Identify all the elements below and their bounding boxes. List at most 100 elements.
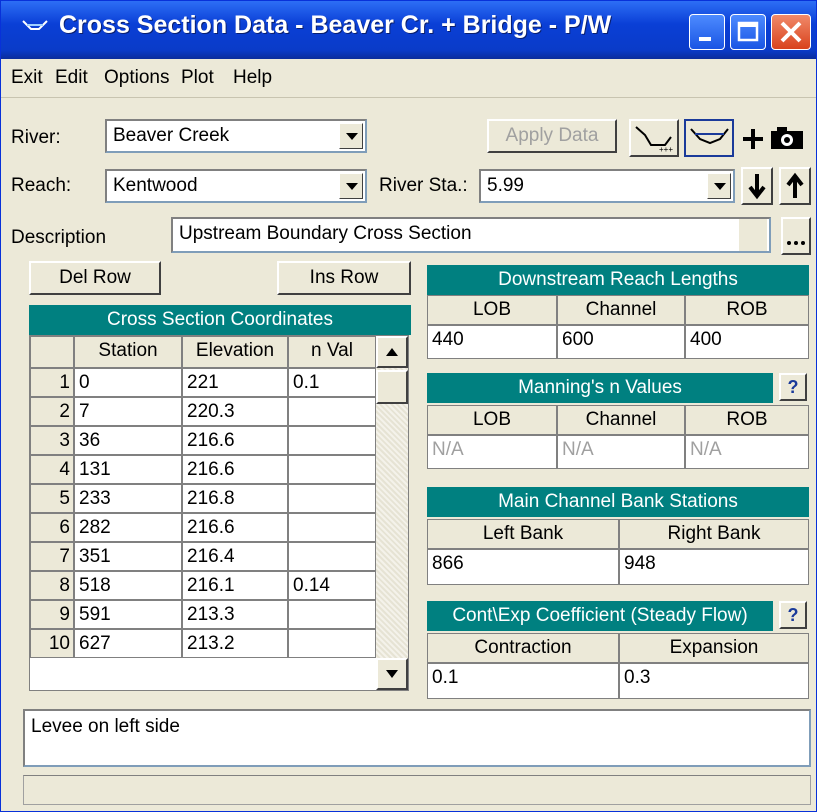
camera-icon[interactable] <box>767 123 811 153</box>
river-dropdown-arrow-icon[interactable] <box>339 123 363 149</box>
coords-grid: Station Elevation n Val 1 0 221 0.1 2 7 … <box>29 335 409 691</box>
menu-exit[interactable]: Exit <box>11 67 43 89</box>
elevation-cell[interactable]: 216.4 <box>182 542 288 571</box>
nval-cell[interactable]: 0.14 <box>288 571 376 600</box>
reach-dropdown-arrow-icon[interactable] <box>339 173 363 199</box>
ins-row-button[interactable]: Ins Row <box>277 261 411 295</box>
close-button[interactable] <box>771 14 811 50</box>
elevation-cell[interactable]: 216.6 <box>182 426 288 455</box>
river-select[interactable]: Beaver Creek <box>105 119 367 153</box>
left-bank-input[interactable]: 866 <box>427 549 619 585</box>
expansion-input[interactable]: 0.3 <box>619 663 809 699</box>
nval-cell[interactable] <box>288 484 376 513</box>
close-icon <box>780 21 802 43</box>
minimize-icon <box>699 37 711 41</box>
mannings-rob-input[interactable]: N/A <box>685 435 809 469</box>
row-number[interactable]: 3 <box>30 426 74 455</box>
del-row-button[interactable]: Del Row <box>29 261 161 295</box>
menu-options[interactable]: Options <box>104 67 169 89</box>
scroll-thumb[interactable] <box>376 370 408 404</box>
coefficients-header-expansion: Expansion <box>619 633 809 663</box>
description-more-button[interactable] <box>781 217 811 255</box>
elevation-cell[interactable]: 220.3 <box>182 397 288 426</box>
previous-station-button[interactable] <box>779 167 811 205</box>
station-cell[interactable]: 627 <box>74 629 182 658</box>
apply-data-button[interactable]: Apply Data <box>487 119 617 153</box>
row-number[interactable]: 1 <box>30 368 74 397</box>
window-title: Cross Section Data - Beaver Cr. + Bridge… <box>59 11 612 39</box>
station-cell[interactable]: 282 <box>74 513 182 542</box>
station-cell[interactable]: 0 <box>74 368 182 397</box>
station-cell[interactable]: 518 <box>74 571 182 600</box>
elevation-cell[interactable]: 216.6 <box>182 455 288 484</box>
elevation-cell[interactable]: 213.3 <box>182 600 288 629</box>
contraction-input[interactable]: 0.1 <box>427 663 619 699</box>
menu-plot[interactable]: Plot <box>181 67 214 89</box>
next-station-button[interactable] <box>741 167 773 205</box>
row-number[interactable]: 5 <box>30 484 74 513</box>
coefficients-header-contraction: Contraction <box>427 633 619 663</box>
title-bar[interactable]: Cross Section Data - Beaver Cr. + Bridge… <box>1 1 816 59</box>
row-number[interactable]: 8 <box>30 571 74 600</box>
minimize-button[interactable] <box>689 14 725 50</box>
mannings-lob-input[interactable]: N/A <box>427 435 557 469</box>
right-bank-input[interactable]: 948 <box>619 549 809 585</box>
elevation-cell[interactable]: 216.6 <box>182 513 288 542</box>
reach-lengths-header-rob: ROB <box>685 295 809 325</box>
up-arrow-icon <box>786 172 804 198</box>
plus-icon[interactable] <box>741 123 765 153</box>
row-number[interactable]: 10 <box>30 629 74 658</box>
xs-shape-button[interactable]: +++ <box>629 119 679 157</box>
scroll-up-arrow-icon <box>386 348 398 356</box>
mannings-help-button[interactable]: ? <box>779 373 807 401</box>
row-number[interactable]: 4 <box>30 455 74 484</box>
elevation-cell[interactable]: 213.2 <box>182 629 288 658</box>
nval-cell[interactable] <box>288 397 376 426</box>
menu-help[interactable]: Help <box>233 67 272 89</box>
reach-length-lob-input[interactable]: 440 <box>427 325 557 359</box>
description-input[interactable]: Upstream Boundary Cross Section <box>171 217 771 253</box>
station-cell[interactable]: 233 <box>74 484 182 513</box>
coords-scrollbar[interactable] <box>376 336 408 690</box>
menu-bar: Exit Edit Options Plot Help <box>1 59 816 98</box>
station-cell[interactable]: 591 <box>74 600 182 629</box>
river-sta-select[interactable]: 5.99 <box>479 169 735 203</box>
nval-cell[interactable]: 0.1 <box>288 368 376 397</box>
description-spinner[interactable] <box>739 219 767 251</box>
mannings-header-lob: LOB <box>427 405 557 435</box>
nval-cell[interactable] <box>288 542 376 571</box>
nval-cell[interactable] <box>288 600 376 629</box>
scroll-down-button[interactable] <box>376 658 408 690</box>
nval-cell[interactable] <box>288 513 376 542</box>
maximize-button[interactable] <box>730 14 766 50</box>
mannings-channel-input[interactable]: N/A <box>557 435 685 469</box>
station-cell[interactable]: 351 <box>74 542 182 571</box>
scroll-up-button[interactable] <box>376 336 408 368</box>
xs-water-button[interactable] <box>684 119 734 157</box>
cross-section-app-icon <box>22 20 48 30</box>
bank-stations-title: Main Channel Bank Stations <box>427 487 809 517</box>
river-sta-dropdown-arrow-icon[interactable] <box>707 173 731 199</box>
elevation-cell[interactable]: 216.1 <box>182 571 288 600</box>
elevation-cell[interactable]: 221 <box>182 368 288 397</box>
reach-length-rob-input[interactable]: 400 <box>685 325 809 359</box>
elevation-cell[interactable]: 216.8 <box>182 484 288 513</box>
nval-cell[interactable] <box>288 629 376 658</box>
nval-cell[interactable] <box>288 455 376 484</box>
station-cell[interactable]: 36 <box>74 426 182 455</box>
row-number[interactable]: 2 <box>30 397 74 426</box>
station-cell[interactable]: 131 <box>74 455 182 484</box>
description-label: Description <box>11 227 107 248</box>
reach-select[interactable]: Kentwood <box>105 169 367 203</box>
row-number[interactable]: 9 <box>30 600 74 629</box>
reach-length-channel-input[interactable]: 600 <box>557 325 685 359</box>
notes-textarea[interactable]: Levee on left side <box>23 709 811 767</box>
station-cell[interactable]: 7 <box>74 397 182 426</box>
row-number[interactable]: 6 <box>30 513 74 542</box>
menu-edit[interactable]: Edit <box>55 67 88 89</box>
coefficients-help-button[interactable]: ? <box>779 601 807 629</box>
reach-label: Reach: <box>11 175 72 196</box>
row-number[interactable]: 7 <box>30 542 74 571</box>
nval-cell[interactable] <box>288 426 376 455</box>
reach-lengths-header-lob: LOB <box>427 295 557 325</box>
